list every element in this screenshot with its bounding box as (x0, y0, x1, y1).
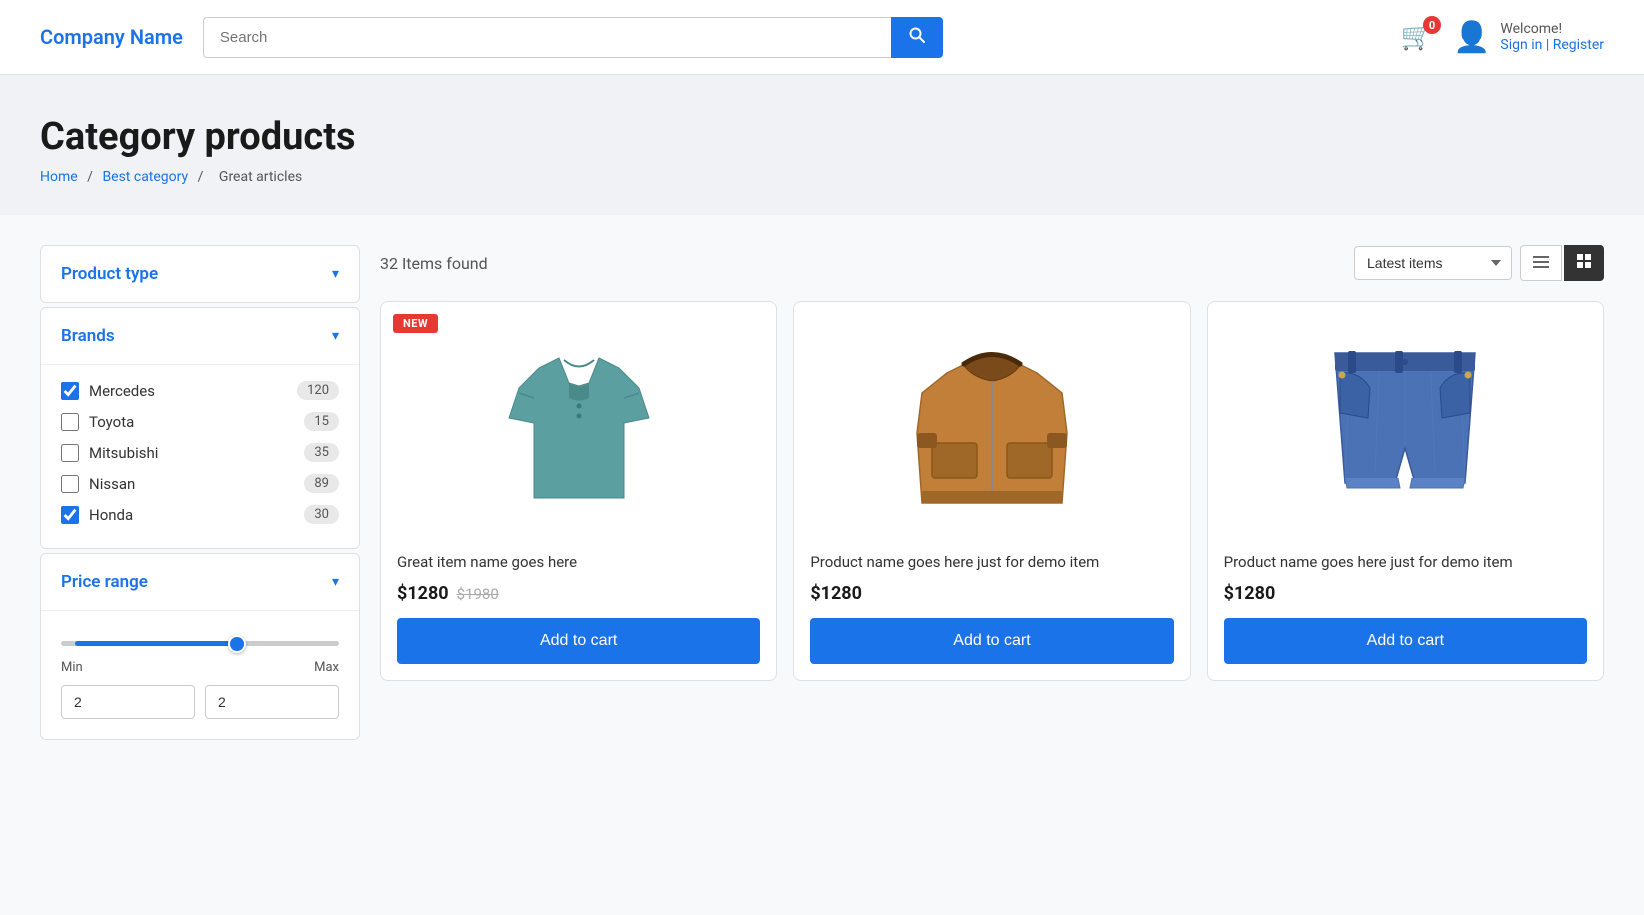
user-icon: 👤 (1453, 20, 1490, 55)
user-text: Welcome! Sign in | Register (1500, 21, 1604, 53)
brands-filter: Brands ▾ Mercedes 120Toyota 15 Mitsubishi 35… (40, 307, 360, 549)
user-area: 👤 Welcome! Sign in | Register (1453, 20, 1604, 55)
search-container (203, 17, 943, 58)
brands-label: Brands (61, 326, 115, 346)
price-old: $1980 (457, 585, 499, 603)
sidebar: Product type ▾ Brands ▾ Mercedes120Toyot… (40, 245, 360, 885)
sort-select[interactable]: Latest itemsPrice: Low to HighPrice: Hig… (1354, 246, 1512, 280)
price-max-label: Max (314, 660, 339, 675)
product-price-row: $1280 (810, 583, 1173, 604)
brand-name: Nissan (89, 475, 294, 493)
price-range-label: Price range (61, 572, 148, 592)
brand-checkbox-mercedes[interactable] (61, 382, 79, 400)
search-input[interactable] (203, 17, 891, 58)
product-card: Product name goes here just for demo ite… (793, 301, 1190, 681)
brands-header[interactable]: Brands ▾ (41, 308, 359, 364)
view-toggle (1520, 245, 1604, 281)
items-count: 32 Items found (380, 254, 488, 273)
brand-item: Mitsubishi 35 (61, 437, 339, 468)
product-badge: NEW (393, 314, 438, 333)
brand-item: Honda 30 (61, 499, 339, 530)
brand-checkbox-toyota[interactable] (61, 413, 79, 431)
breadcrumb-sep1: / (87, 169, 93, 185)
brand-checkbox-honda[interactable] (61, 506, 79, 524)
product-image (1224, 318, 1587, 538)
product-price-row: $1280 $1980 (397, 583, 760, 604)
product-card: Product name goes here just for demo ite… (1207, 301, 1604, 681)
add-to-cart-button[interactable]: Add to cart (1224, 618, 1587, 664)
price-min-input[interactable] (61, 685, 195, 719)
price-range-filter: Price range ▾ Min Max (40, 553, 360, 740)
brand-item: Mercedes 120 (61, 375, 339, 406)
breadcrumb-current: Great articles (219, 169, 302, 185)
welcome-text: Welcome! (1500, 21, 1604, 37)
price-labels: Min Max (61, 660, 339, 675)
range-fill (75, 641, 242, 646)
product-price-row: $1280 (1224, 583, 1587, 604)
grid-icon (1577, 254, 1591, 268)
products-area: 32 Items found Latest itemsPrice: Low to… (380, 245, 1604, 885)
breadcrumb-category[interactable]: Best category (102, 169, 188, 185)
add-to-cart-button[interactable]: Add to cart (810, 618, 1173, 664)
product-type-label: Product type (61, 264, 158, 284)
brands-list: Mercedes 120Toyota 15 Mitsubishi 35 Nissan 89 H… (41, 364, 359, 548)
product-type-filter: Product type ▾ (40, 245, 360, 303)
price-range-header[interactable]: Price range ▾ (41, 554, 359, 610)
price-max-input[interactable] (205, 685, 339, 719)
price-min-label: Min (61, 660, 83, 675)
price-range-content: Min Max (41, 610, 359, 739)
cart-badge: 0 (1423, 16, 1441, 34)
main-content: Product type ▾ Brands ▾ Mercedes120Toyot… (0, 215, 1644, 915)
brand-count: 35 (304, 443, 339, 462)
brands-chevron: ▾ (332, 328, 339, 344)
product-card: NEW Great item name goes here $1280 $198… (380, 301, 777, 681)
brand-checkbox-nissan[interactable] (61, 475, 79, 493)
list-icon (1533, 256, 1549, 268)
brand-count: 15 (304, 412, 339, 431)
products-toolbar: 32 Items found Latest itemsPrice: Low to… (380, 245, 1604, 281)
brand-name: Mitsubishi (89, 444, 294, 462)
header: Company Name 🛒 0 👤 Welcome! Sign in | Re… (0, 0, 1644, 75)
brand-count: 30 (304, 505, 339, 524)
brand-name: Honda (89, 506, 294, 524)
grid-view-button[interactable] (1564, 245, 1604, 281)
page-title: Category products (40, 115, 1604, 159)
cart-button[interactable]: 🛒 0 (1401, 22, 1433, 52)
breadcrumb-sep2: / (198, 169, 204, 185)
toolbar-right: Latest itemsPrice: Low to HighPrice: Hig… (1354, 245, 1604, 281)
brand-count: 89 (304, 474, 339, 493)
brand-item: Nissan 89 (61, 468, 339, 499)
product-type-chevron: ▾ (332, 266, 339, 282)
header-right: 🛒 0 👤 Welcome! Sign in | Register (1401, 20, 1604, 55)
brand-name: Mercedes (89, 382, 287, 400)
search-icon (909, 27, 925, 43)
search-button[interactable] (891, 17, 943, 58)
signin-link[interactable]: Sign in | Register (1500, 37, 1604, 53)
company-logo[interactable]: Company Name (40, 25, 183, 49)
breadcrumb: Home / Best category / Great articles (40, 169, 1604, 185)
breadcrumb-home[interactable]: Home (40, 169, 78, 185)
price-current: $1280 (397, 583, 449, 604)
brand-item: Toyota 15 (61, 406, 339, 437)
price-current: $1280 (810, 583, 862, 604)
product-image (397, 318, 760, 538)
brand-count: 120 (297, 381, 339, 400)
product-name: Great item name goes here (397, 552, 760, 573)
product-image (810, 318, 1173, 538)
list-view-button[interactable] (1520, 245, 1562, 281)
range-thumb[interactable] (228, 635, 246, 653)
product-name: Product name goes here just for demo ite… (810, 552, 1173, 573)
price-current: $1280 (1224, 583, 1276, 604)
brand-name: Toyota (89, 413, 294, 431)
hero-banner: Category products Home / Best category /… (0, 75, 1644, 215)
add-to-cart-button[interactable]: Add to cart (397, 618, 760, 664)
price-inputs (61, 685, 339, 719)
brand-checkbox-mitsubishi[interactable] (61, 444, 79, 462)
product-name: Product name goes here just for demo ite… (1224, 552, 1587, 573)
range-track (61, 641, 339, 646)
product-type-header[interactable]: Product type ▾ (41, 246, 359, 302)
price-range-chevron: ▾ (332, 574, 339, 590)
products-grid: NEW Great item name goes here $1280 $198… (380, 301, 1604, 681)
